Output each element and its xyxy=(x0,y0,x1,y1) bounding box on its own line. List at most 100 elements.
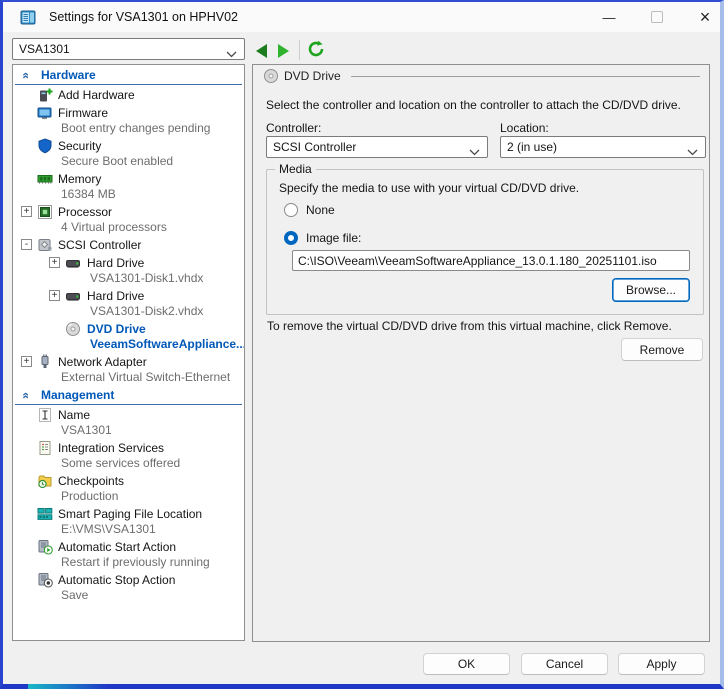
sidebar-item-hard-drive-2[interactable]: + Hard Drive VSA1301-Disk2.vhdx xyxy=(13,288,244,319)
sidebar-item-subtext: VSA1301-Disk1.vhdx xyxy=(87,271,244,286)
location-select[interactable]: 2 (in use) xyxy=(500,136,706,158)
chevron-down-icon xyxy=(469,145,480,159)
section-label: Hardware xyxy=(41,68,96,82)
sidebar-item-label: Smart Paging File Location xyxy=(58,506,244,522)
collapse-expander-icon[interactable]: - xyxy=(21,239,32,250)
sidebar-item-processor[interactable]: + Processor 4 Virtual processors xyxy=(13,204,244,235)
sidebar-item-network-adapter[interactable]: + Network Adapter External Virtual Switc… xyxy=(13,354,244,385)
controller-instruction-text: Select the controller and location on th… xyxy=(266,98,681,112)
minimize-icon: — xyxy=(603,10,616,25)
sidebar-item-scsi-controller[interactable]: - SCSI Controller xyxy=(13,237,244,253)
expand-icon[interactable]: + xyxy=(49,257,60,268)
collapse-chevron-icon: » xyxy=(17,73,33,79)
memory-icon xyxy=(37,171,53,187)
dvd-disc-icon xyxy=(263,68,279,87)
title-bar: Settings for VSA1301 on HPHV02 — × xyxy=(3,2,720,32)
sidebar-item-label: SCSI Controller xyxy=(58,237,244,253)
panel-title: DVD Drive xyxy=(284,69,341,83)
sidebar-item-label: Network Adapter xyxy=(58,354,244,370)
sidebar-item-firmware[interactable]: Firmware Boot entry changes pending xyxy=(13,105,244,136)
sidebar-section-management[interactable]: » Management xyxy=(15,387,242,405)
minimize-button[interactable]: — xyxy=(588,4,630,30)
vm-selector-value: VSA1301 xyxy=(19,41,70,57)
apply-button-label: Apply xyxy=(646,657,676,671)
sidebar-item-subtext: E:\VMS\VSA1301 xyxy=(58,522,244,537)
sidebar-item-label: Processor xyxy=(58,204,244,220)
sidebar-item-name[interactable]: Name VSA1301 xyxy=(13,407,244,438)
radio-unchecked-icon[interactable] xyxy=(284,203,298,217)
dvd-disc-icon xyxy=(65,321,81,337)
security-shield-icon xyxy=(37,138,53,154)
sidebar-item-label: Hard Drive xyxy=(87,288,244,304)
sidebar-item-subtext: 16384 MB xyxy=(58,187,244,202)
remove-instruction-text: To remove the virtual CD/DVD drive from … xyxy=(267,319,672,333)
media-group-label: Media xyxy=(275,162,316,177)
toolbar-separator xyxy=(299,40,300,60)
media-image-file-option[interactable]: Image file: xyxy=(284,231,361,245)
refresh-icon[interactable] xyxy=(307,40,325,61)
sidebar-item-hard-drive-1[interactable]: + Hard Drive VSA1301-Disk1.vhdx xyxy=(13,255,244,286)
desktop-glint xyxy=(28,684,108,689)
dvd-drive-settings-panel: DVD Drive Select the controller and loca… xyxy=(252,64,710,642)
sidebar-item-checkpoints[interactable]: Checkpoints Production xyxy=(13,473,244,504)
panel-title-rule xyxy=(351,76,700,77)
sidebar-section-hardware[interactable]: » Hardware xyxy=(15,67,242,85)
sidebar-item-integration-services[interactable]: Integration Services Some services offer… xyxy=(13,440,244,471)
sidebar-item-memory[interactable]: Memory 16384 MB xyxy=(13,171,244,202)
sidebar-item-label: Name xyxy=(58,407,244,423)
sidebar-item-smart-paging[interactable]: Smart Paging File Location E:\VMS\VSA130… xyxy=(13,506,244,537)
firmware-icon xyxy=(37,105,53,121)
sidebar-item-subtext: Secure Boot enabled xyxy=(58,154,244,169)
sidebar-item-subtext: Some services offered xyxy=(58,456,244,471)
sidebar-item-security[interactable]: Security Secure Boot enabled xyxy=(13,138,244,169)
sidebar-item-dvd-drive[interactable]: DVD Drive VeeamSoftwareAppliance... xyxy=(13,321,244,352)
expand-icon[interactable]: + xyxy=(49,290,60,301)
smart-paging-icon xyxy=(37,506,53,522)
section-label: Management xyxy=(41,388,114,402)
radio-checked-icon[interactable] xyxy=(284,231,298,245)
sidebar-item-auto-start[interactable]: Automatic Start Action Restart if previo… xyxy=(13,539,244,570)
sidebar-item-add-hardware[interactable]: Add Hardware xyxy=(13,87,244,103)
cancel-button[interactable]: Cancel xyxy=(521,653,608,675)
sidebar-item-label: Checkpoints xyxy=(58,473,244,489)
sidebar-item-subtext: 4 Virtual processors xyxy=(58,220,244,235)
remove-button[interactable]: Remove xyxy=(621,338,703,361)
close-button[interactable]: × xyxy=(684,4,724,30)
add-hardware-icon xyxy=(37,87,53,103)
maximize-button[interactable] xyxy=(636,4,678,30)
sidebar-item-subtext: VSA1301 xyxy=(58,423,244,438)
browse-button[interactable]: Browse... xyxy=(612,278,690,302)
sidebar-item-label: Hard Drive xyxy=(87,255,244,271)
hard-drive-icon xyxy=(65,288,81,304)
sidebar-item-subtext: VSA1301-Disk2.vhdx xyxy=(87,304,244,319)
cancel-button-label: Cancel xyxy=(546,657,583,671)
sidebar-item-auto-stop[interactable]: Automatic Stop Action Save xyxy=(13,572,244,603)
vm-selector-dropdown[interactable]: VSA1301 xyxy=(12,38,245,60)
navigate-back-icon[interactable] xyxy=(256,44,267,58)
apply-button[interactable]: Apply xyxy=(618,653,705,675)
integration-services-icon xyxy=(37,440,53,456)
navigate-forward-icon[interactable] xyxy=(278,44,289,58)
network-adapter-icon xyxy=(37,354,53,370)
ok-button[interactable]: OK xyxy=(423,653,510,675)
expand-icon[interactable]: + xyxy=(21,206,32,217)
toolbar: VSA1301 xyxy=(3,32,720,64)
media-none-label: None xyxy=(306,203,335,217)
sidebar-item-subtext: Save xyxy=(58,588,244,603)
sidebar-item-subtext: External Virtual Switch-Ethernet xyxy=(58,370,244,385)
sidebar-item-label: Security xyxy=(58,138,244,154)
ok-button-label: OK xyxy=(458,657,475,671)
scsi-controller-icon xyxy=(37,237,53,253)
auto-stop-icon xyxy=(37,572,53,588)
controller-select[interactable]: SCSI Controller xyxy=(266,136,488,158)
chevron-down-icon xyxy=(226,47,237,61)
chevron-down-icon xyxy=(687,145,698,159)
expand-icon[interactable]: + xyxy=(21,356,32,367)
image-file-path-input[interactable] xyxy=(292,250,690,271)
media-none-option[interactable]: None xyxy=(284,203,335,217)
hard-drive-icon xyxy=(65,255,81,271)
sidebar-item-label: DVD Drive xyxy=(87,321,244,337)
controller-select-value: SCSI Controller xyxy=(273,139,356,155)
collapse-chevron-icon: » xyxy=(17,393,33,399)
checkpoints-icon xyxy=(37,473,53,489)
